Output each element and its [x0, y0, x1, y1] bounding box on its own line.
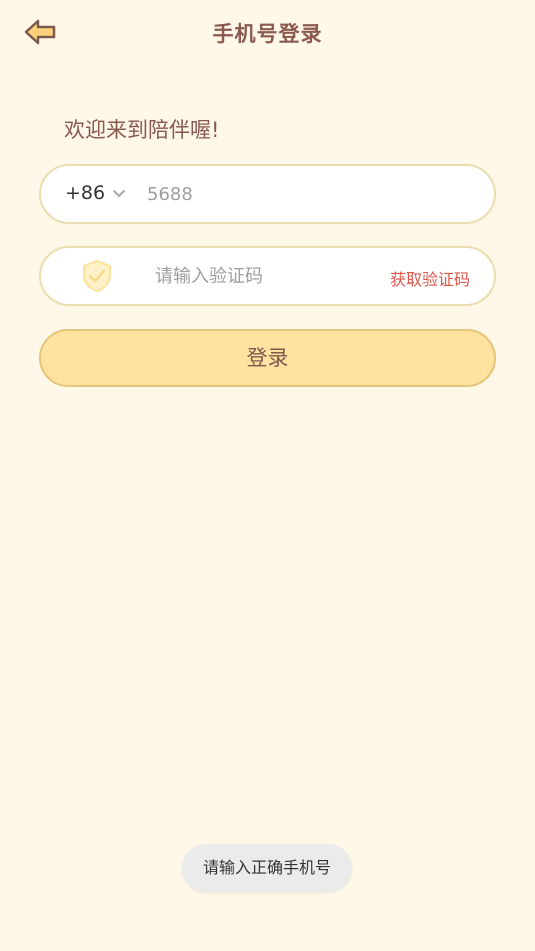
verification-code-field: 获取验证码 [39, 246, 496, 306]
page-title: 手机号登录 [212, 22, 323, 46]
country-code-label: +86 [65, 182, 106, 204]
shield-check-icon [83, 260, 111, 292]
toast-message: 请输入正确手机号 [182, 844, 352, 892]
phone-field: +86 [39, 164, 496, 224]
header: 手机号登录 [0, 0, 535, 64]
login-button[interactable]: 登录 [39, 329, 496, 387]
country-code-selector[interactable]: +86 [65, 182, 127, 204]
verification-code-input[interactable] [155, 264, 375, 288]
get-code-button[interactable]: 获取验证码 [390, 266, 470, 290]
chevron-down-icon [113, 190, 126, 198]
phone-input[interactable] [147, 182, 467, 206]
welcome-text: 欢迎来到陪伴喔! [64, 118, 220, 142]
